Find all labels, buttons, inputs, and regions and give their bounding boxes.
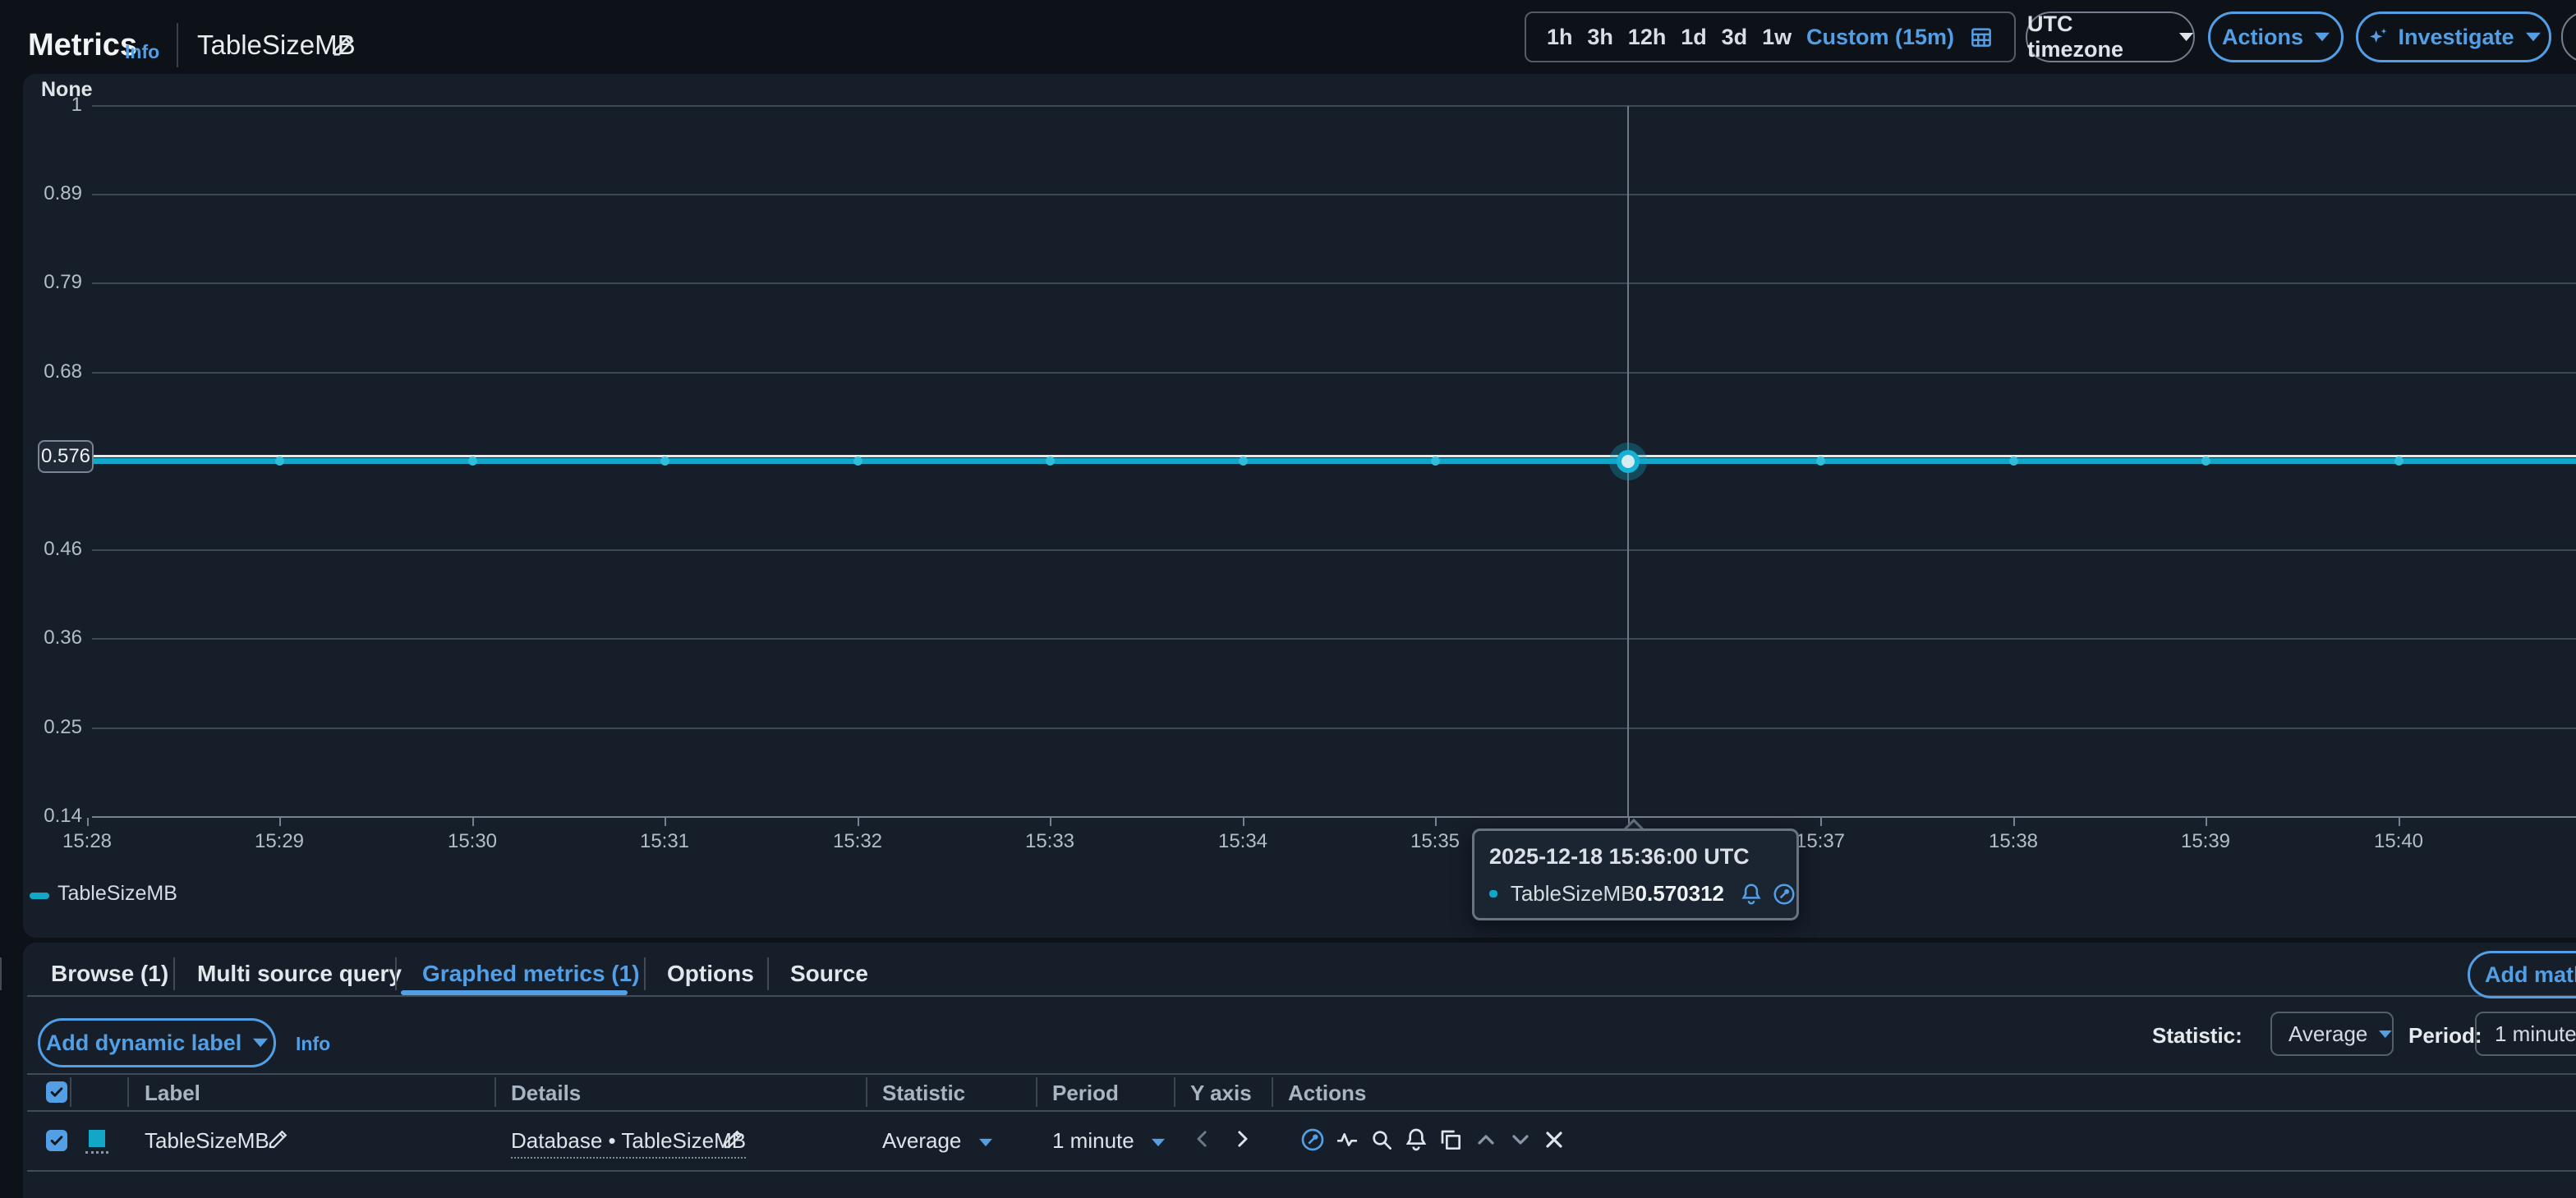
row-color-swatch[interactable] xyxy=(89,1130,105,1147)
period-label: Period: xyxy=(2408,1023,2482,1049)
y-axis-right-icon[interactable] xyxy=(1230,1127,1254,1151)
page-title: Metrics xyxy=(28,28,137,63)
tooltip-alarm-bell-icon[interactable] xyxy=(1739,882,1764,907)
timezone-label: UTC timezone xyxy=(2027,11,2168,62)
col-actions: Actions xyxy=(1288,1081,1366,1106)
time-range-1h[interactable]: 1h xyxy=(1547,25,1573,50)
action-search-icon[interactable] xyxy=(1368,1127,1395,1153)
action-duplicate-icon[interactable] xyxy=(1438,1127,1464,1153)
actions-label: Actions xyxy=(2222,25,2303,50)
time-range-3d[interactable]: 3d xyxy=(1722,25,1748,50)
time-range-3h[interactable]: 3h xyxy=(1587,25,1613,50)
row-statistic-dropdown[interactable]: Average xyxy=(882,1128,992,1154)
investigate-button[interactable]: Investigate xyxy=(2356,11,2551,62)
y-axis-hover-chip: 0.576 xyxy=(38,440,94,473)
row-checkbox[interactable] xyxy=(46,1130,67,1151)
action-remove-icon[interactable] xyxy=(1541,1127,1567,1153)
clipped-toolbar-button[interactable] xyxy=(2561,11,2576,62)
col-y-axis: Y axis xyxy=(1190,1081,1252,1106)
action-alarm-bell-icon[interactable] xyxy=(1403,1127,1429,1153)
cloudwatch-metrics-page: Metrics Info TableSizeMB 1h 3h 12h 1d 3d… xyxy=(0,0,2576,1198)
legend-label[interactable]: TableSizeMB xyxy=(58,882,177,906)
edit-label-pencil-icon[interactable] xyxy=(266,1127,291,1151)
chart-tooltip: 2025-12-18 15:36:00 UTC TableSizeMB 0.57… xyxy=(1472,829,1799,920)
period-dropdown[interactable]: 1 minute xyxy=(2475,1012,2576,1056)
col-label: Label xyxy=(145,1081,200,1106)
tab-browse[interactable]: Browse (1) xyxy=(51,961,168,987)
add-dynamic-label-text: Add dynamic label xyxy=(46,1030,242,1056)
statistic-dropdown[interactable]: Average xyxy=(2270,1012,2394,1056)
time-range-custom[interactable]: Custom (15m) xyxy=(1806,25,1954,50)
row-label: TableSizeMB xyxy=(145,1128,269,1154)
edit-details-pencil-icon[interactable] xyxy=(721,1127,746,1151)
info-link[interactable]: Info xyxy=(125,41,159,63)
time-range-group: 1h 3h 12h 1d 3d 1w Custom (15m) xyxy=(1525,11,2016,62)
action-anomaly-icon[interactable] xyxy=(1334,1127,1360,1153)
add-dynamic-label-button[interactable]: Add dynamic label xyxy=(38,1018,276,1067)
row-details-link[interactable]: Database • TableSizeMB xyxy=(511,1128,746,1159)
tabs-divider xyxy=(27,995,2576,997)
hover-point-marker[interactable] xyxy=(1617,450,1640,473)
edit-title-pencil-icon[interactable] xyxy=(330,31,358,59)
table-top-border xyxy=(27,1073,2576,1075)
y-axis-left-icon[interactable] xyxy=(1190,1127,1215,1151)
tooltip-series-label: TableSizeMB xyxy=(1511,881,1635,907)
x-axis-line xyxy=(92,816,2576,818)
dynamic-label-info-link[interactable]: Info xyxy=(296,1033,330,1055)
calendar-icon[interactable] xyxy=(1969,25,1994,49)
tooltip-investigate-icon[interactable] xyxy=(1772,882,1796,907)
time-range-12h[interactable]: 12h xyxy=(1628,25,1667,50)
statistic-label: Statistic: xyxy=(2152,1023,2242,1049)
col-period: Period xyxy=(1052,1081,1119,1106)
bottom-panel xyxy=(23,943,2576,1198)
add-math-label: Add math xyxy=(2485,962,2576,988)
select-all-checkbox[interactable] xyxy=(46,1081,67,1103)
tab-graphed-metrics[interactable]: Graphed metrics (1) xyxy=(422,961,640,987)
row-color-swatch-underline xyxy=(85,1151,108,1154)
period-value: 1 minute xyxy=(2495,1021,2576,1047)
row-bottom-border xyxy=(27,1170,2576,1172)
tab-options[interactable]: Options xyxy=(667,961,754,987)
col-details: Details xyxy=(511,1081,581,1106)
tab-source[interactable]: Source xyxy=(790,961,868,987)
time-range-1d[interactable]: 1d xyxy=(1681,25,1707,50)
row-period-dropdown[interactable]: 1 minute xyxy=(1052,1128,1165,1154)
statistic-value: Average xyxy=(2288,1021,2367,1047)
header-divider xyxy=(177,23,178,67)
actions-button[interactable]: Actions xyxy=(2208,11,2344,62)
investigate-label: Investigate xyxy=(2398,25,2514,50)
add-math-button[interactable]: Add math xyxy=(2468,951,2576,998)
tab-multi-source-query[interactable]: Multi source query xyxy=(197,961,402,987)
tooltip-title: 2025-12-18 15:36:00 UTC xyxy=(1489,844,1796,870)
timezone-dropdown[interactable]: UTC timezone xyxy=(2026,11,2195,62)
header-bottom-border xyxy=(27,1110,2576,1112)
col-statistic: Statistic xyxy=(882,1081,965,1106)
tooltip-series-swatch xyxy=(1489,890,1497,897)
action-move-down-icon[interactable] xyxy=(1507,1127,1534,1153)
tooltip-value: 0.570312 xyxy=(1635,881,1724,907)
graph-card xyxy=(23,74,2576,938)
action-move-up-icon[interactable] xyxy=(1473,1127,1499,1153)
action-investigate-icon[interactable] xyxy=(1300,1127,1326,1153)
legend-swatch[interactable] xyxy=(30,893,49,899)
sparkle-icon xyxy=(2367,25,2390,48)
time-range-1w[interactable]: 1w xyxy=(1762,25,1792,50)
